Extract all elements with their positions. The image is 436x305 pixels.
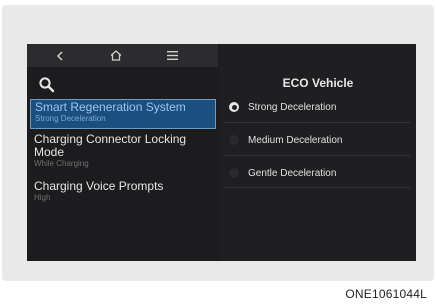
list-item-title: Smart Regeneration System bbox=[35, 100, 186, 114]
radio-unchecked-icon bbox=[229, 135, 239, 145]
figure-caption: ONE1061044L bbox=[345, 287, 427, 301]
option-gentle-deceleration[interactable]: Gentle Deceleration bbox=[229, 162, 409, 184]
home-button[interactable] bbox=[97, 44, 135, 67]
top-nav-bar bbox=[27, 44, 218, 67]
list-item-subtitle: While Charging bbox=[34, 159, 89, 168]
divider bbox=[224, 187, 410, 188]
list-item-subtitle: High bbox=[34, 193, 51, 202]
option-strong-deceleration[interactable]: Strong Deceleration bbox=[229, 96, 409, 118]
panel-title: ECO Vehicle bbox=[282, 76, 354, 90]
divider bbox=[224, 122, 410, 123]
option-label: Medium Deceleration bbox=[248, 134, 343, 146]
list-item-subtitle: Strong Deceleration bbox=[35, 114, 106, 123]
list-item-charging-voice-prompts[interactable]: Charging Voice Prompts High bbox=[30, 180, 216, 203]
menu-icon bbox=[166, 51, 178, 60]
option-panel: ECO Vehicle Strong Deceleration Medium D… bbox=[220, 44, 416, 261]
list-item-title: Charging Connector Locking Mode bbox=[34, 132, 187, 159]
list-item-smart-regeneration[interactable]: Smart Regeneration System Strong Deceler… bbox=[30, 99, 216, 129]
back-button[interactable] bbox=[41, 44, 79, 67]
infotainment-screen: Smart Regeneration System Strong Deceler… bbox=[27, 44, 416, 261]
settings-list-panel: Smart Regeneration System Strong Deceler… bbox=[27, 44, 218, 261]
list-item-charging-connector-locking[interactable]: Charging Connector Locking Mode While Ch… bbox=[30, 133, 216, 169]
option-label: Strong Deceleration bbox=[248, 101, 337, 113]
option-medium-deceleration[interactable]: Medium Deceleration bbox=[229, 129, 409, 151]
radio-unchecked-icon bbox=[229, 168, 239, 178]
option-label: Gentle Deceleration bbox=[248, 167, 337, 179]
divider bbox=[224, 155, 410, 156]
radio-checked-icon bbox=[229, 102, 239, 112]
list-item-title: Charging Voice Prompts bbox=[34, 179, 164, 193]
search-button[interactable] bbox=[38, 76, 58, 94]
search-icon bbox=[39, 77, 55, 93]
menu-button[interactable] bbox=[153, 44, 191, 67]
chevron-left-icon bbox=[56, 50, 63, 61]
home-icon bbox=[110, 50, 122, 61]
